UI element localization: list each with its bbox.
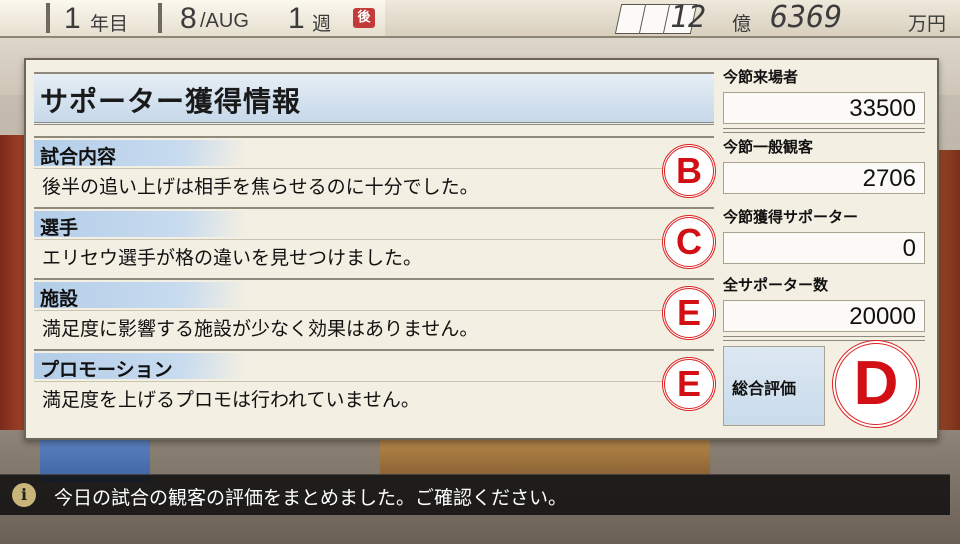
week-label: 週: [312, 13, 332, 35]
stat-box-total-supporters: 20000: [723, 300, 925, 332]
stat-value-total-supporters: 20000: [849, 303, 916, 330]
evaluation-row-players: 選手 エリセウ選手が格の違いを見せつけました。 C: [34, 207, 716, 275]
second-half-badge: 後: [353, 8, 375, 28]
stat-divider: [723, 128, 925, 133]
stat-value-general-audience: 2706: [862, 165, 916, 192]
info-icon: i: [12, 483, 36, 507]
message-text: 今日の試合の観客の評価をまとめました。ご確認ください。: [54, 487, 568, 509]
stat-label-general-audience: 今節一般観客: [723, 138, 814, 156]
total-grade-letter: D: [853, 349, 899, 418]
stat-box-attendance: 33500: [723, 92, 925, 124]
money-oku-value: 12: [670, 0, 707, 35]
grade-letter: E: [676, 292, 701, 333]
row-divider: [34, 310, 664, 311]
background-locker-left: [0, 135, 26, 435]
stat-label-attendance: 今節来場者: [723, 68, 799, 86]
stat-label-new-supporters: 今節獲得サポーター: [723, 208, 859, 226]
total-grade-stamp-icon: D: [832, 340, 920, 428]
week-number: 1: [288, 2, 305, 35]
grade-stamp-icon: C: [662, 215, 716, 269]
money-man-value: 6369: [770, 0, 843, 35]
grade-letter: B: [676, 150, 702, 191]
row-label-band: プロモーション: [34, 353, 244, 381]
date-display: 1 年目 8 /AUG 1 週 後: [0, 0, 385, 36]
money-oku-label: 億: [732, 13, 752, 35]
row-divider: [34, 168, 664, 169]
supporter-info-panel: サポーター獲得情報 試合内容 後半の追い上げは相手を焦らせるのに十分でした。 B…: [24, 58, 939, 440]
evaluation-row-match: 試合内容 後半の追い上げは相手を焦らせるのに十分でした。 B: [34, 136, 716, 204]
grade-stamp-icon: E: [662, 357, 716, 411]
row-label: 試合内容: [40, 146, 117, 168]
row-comment: 後半の追い上げは相手を焦らせるのに十分でした。: [42, 176, 479, 198]
background-bench: [380, 436, 710, 476]
row-label: プロモーション: [40, 359, 173, 381]
stat-divider: [723, 336, 925, 341]
top-status-bar: 1 年目 8 /AUG 1 週 後 12 億 6369 万円: [0, 0, 960, 38]
year-number: 1: [64, 2, 81, 35]
panel-title: サポーター獲得情報: [40, 85, 302, 118]
total-evaluation-label: 総合評価: [732, 379, 797, 398]
money-unit: 万円: [908, 13, 947, 35]
row-divider: [34, 239, 664, 240]
row-label-band: 選手: [34, 211, 244, 239]
stat-value-new-supporters: 0: [902, 235, 916, 262]
row-comment: 満足度に影響する施設が少なく効果はありません。: [42, 318, 479, 340]
row-label: 選手: [40, 217, 79, 239]
money-display: 12 億 6369 万円: [600, 0, 960, 36]
stat-label-total-supporters: 全サポーター数: [723, 276, 829, 294]
month-label: /AUG: [200, 10, 249, 32]
grade-letter: C: [676, 221, 702, 262]
grade-stamp-icon: E: [662, 286, 716, 340]
row-comment: エリセウ選手が格の違いを見せつけました。: [42, 247, 423, 269]
row-divider: [34, 381, 664, 382]
divider: [158, 3, 162, 33]
evaluation-row-promotion: プロモーション 満足度を上げるプロモは行われていません。 E: [34, 349, 716, 417]
row-comment: 満足度を上げるプロモは行われていません。: [42, 389, 420, 411]
grade-letter: E: [676, 363, 701, 404]
message-bar[interactable]: i 今日の試合の観客の評価をまとめました。ご確認ください。: [0, 474, 950, 515]
row-label-band: 施設: [34, 282, 244, 310]
row-label-band: 試合内容: [34, 140, 244, 168]
total-evaluation-box: 総合評価: [723, 346, 825, 426]
month-number: 8: [180, 2, 197, 35]
year-label: 年目: [90, 13, 129, 35]
stat-box-new-supporters: 0: [723, 232, 925, 264]
divider: [46, 3, 50, 33]
stat-box-general-audience: 2706: [723, 162, 925, 194]
row-label: 施設: [40, 288, 79, 310]
title-band: サポーター獲得情報: [34, 72, 714, 125]
stat-value-attendance: 33500: [849, 95, 916, 122]
grade-stamp-icon: B: [662, 144, 716, 198]
evaluation-row-facilities: 施設 満足度に影響する施設が少なく効果はありません。 E: [34, 278, 716, 346]
